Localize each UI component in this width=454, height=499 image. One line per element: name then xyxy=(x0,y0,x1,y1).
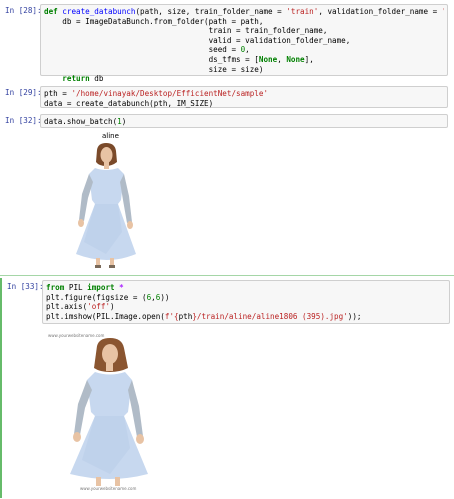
code-token: 'train' xyxy=(286,7,319,16)
code-token: size = size) xyxy=(44,64,264,74)
code-cell-32[interactable]: In [32]: data.show_batch(1) aline xyxy=(0,112,454,272)
code-token: import xyxy=(87,283,115,292)
dress-photo xyxy=(76,143,136,268)
code-token: pth = xyxy=(44,89,72,98)
code-token: pth xyxy=(178,311,193,321)
code-cell-29[interactable]: In [29]: pth = '/home/vinayak/Desktop/Ef… xyxy=(0,84,454,108)
code-input-area[interactable]: pth = '/home/vinayak/Desktop/EfficientNe… xyxy=(40,86,448,108)
code-token: data.show_batch( xyxy=(44,117,118,126)
code-token: plt.figure(figsize = ( xyxy=(46,292,147,302)
code-input-area[interactable]: from PIL import * plt.figure(figsize = (6… xyxy=(42,280,450,324)
code-line: data = create_databunch(pth, IM_SIZE) xyxy=(44,99,444,109)
code-token: , xyxy=(277,54,287,64)
code-line: plt.axis('off') xyxy=(46,302,446,312)
show-batch-output: aline xyxy=(40,130,160,272)
code-token: valid = validation_folder_name, xyxy=(44,35,351,45)
code-token: }/train/aline/aline1806 (395).jpg' xyxy=(192,311,348,321)
code-token: seed = xyxy=(44,45,241,55)
code-token: def xyxy=(44,7,63,16)
code-line: train = train_folder_name, xyxy=(44,26,444,36)
code-token: plt.imshow(PIL.Image.open( xyxy=(46,311,165,321)
code-line: def create_databunch(path, size, train_f… xyxy=(44,7,444,17)
code-token: (path, size, train_folder_name = xyxy=(135,7,287,16)
code-token: ds_tfms = [ xyxy=(44,54,259,64)
code-line: size = size) xyxy=(44,65,444,75)
cell-separator xyxy=(0,275,454,276)
code-token: return xyxy=(62,74,90,84)
imshow-output: www.yourwebsitename.com www.yourwebsiten… xyxy=(42,328,182,496)
code-input-area[interactable]: def create_databunch(path, size, train_f… xyxy=(40,4,448,83)
code-token: , xyxy=(245,45,250,55)
code-token: '/home/vinayak/Desktop/EfficientNet/samp… xyxy=(71,89,269,98)
code-token: None xyxy=(286,54,305,64)
code-line: plt.figure(figsize = (6,6)) xyxy=(46,293,446,303)
watermark-bottom: www.yourwebsitename.com xyxy=(80,486,137,491)
code-token: )); xyxy=(347,311,362,321)
code-token: plt.axis( xyxy=(46,302,88,312)
code-line: pth = '/home/vinayak/Desktop/EfficientNe… xyxy=(44,89,444,99)
code-token: ], xyxy=(304,54,314,64)
cell-prompt: In [33]: xyxy=(7,282,44,291)
dress-photo-large xyxy=(70,338,148,486)
cell-prompt: In [29]: xyxy=(5,88,42,97)
code-line: return db xyxy=(44,74,444,84)
cell-prompt: In [28]: xyxy=(5,6,42,15)
cell-prompt: In [32]: xyxy=(5,116,42,125)
code-input-area[interactable]: data.show_batch(1) xyxy=(40,114,448,128)
batch-image-title: aline xyxy=(102,132,119,140)
code-line: seed = 0, xyxy=(44,45,444,55)
code-line: ds_tfms = [None, None], xyxy=(44,55,444,65)
code-cell-28[interactable]: In [28]: def create_databunch(path, size… xyxy=(0,2,454,83)
code-token: PIL xyxy=(64,283,88,292)
code-token: 'val' xyxy=(442,7,444,16)
code-token: f'{ xyxy=(164,311,179,321)
code-token: from xyxy=(46,283,65,292)
code-token: )) xyxy=(160,292,170,302)
code-token: train = train_folder_name, xyxy=(44,26,328,36)
code-token: , validation_folder_name = xyxy=(318,7,442,16)
code-token: db = ImageDataBunch.from_folder(path = p… xyxy=(44,16,264,26)
code-token: 'off' xyxy=(87,302,111,312)
code-token: ) xyxy=(110,302,115,312)
code-line: data.show_batch(1) xyxy=(44,117,444,127)
code-cell-33[interactable]: In [33]: from PIL import * plt.figure(fig… xyxy=(0,278,454,498)
code-token: create_databunch xyxy=(62,7,136,16)
code-line: valid = validation_folder_name, xyxy=(44,36,444,46)
code-token: db xyxy=(89,74,104,84)
code-line: from PIL import * xyxy=(46,283,446,293)
code-token: ) xyxy=(121,117,127,126)
code-line: db = ImageDataBunch.from_folder(path = p… xyxy=(44,17,444,27)
code-token: * xyxy=(119,283,124,292)
code-line: plt.imshow(PIL.Image.open(f'{pth}/train/… xyxy=(46,312,446,322)
code-token: data = create_databunch(pth, IM_SIZE) xyxy=(44,98,214,108)
code-token: None xyxy=(258,54,278,64)
